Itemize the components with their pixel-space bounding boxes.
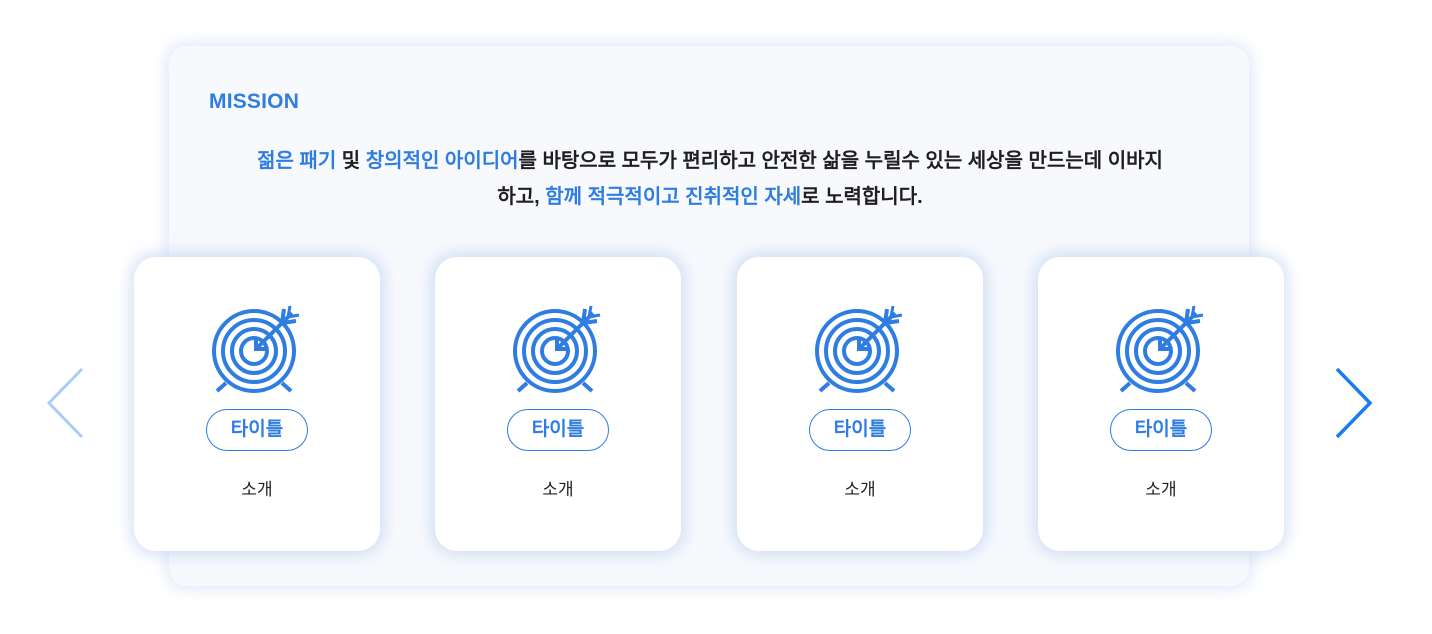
mission-card: 타이틀 소개 <box>1038 257 1284 551</box>
card-title-button[interactable]: 타이틀 <box>206 409 308 451</box>
card-title-button[interactable]: 타이틀 <box>1110 409 1212 451</box>
target-icon <box>815 305 903 393</box>
card-description: 소개 <box>542 480 574 499</box>
card-carousel: 타이틀 소개 타이틀 소개 타이틀 소개 타이틀 소개 <box>0 0 1432 634</box>
chevron-right-icon <box>1335 367 1373 439</box>
carousel-next-button[interactable] <box>1332 366 1376 440</box>
target-icon <box>1116 305 1204 393</box>
target-icon <box>212 305 300 393</box>
card-title-button[interactable]: 타이틀 <box>507 409 609 451</box>
mission-card: 타이틀 소개 <box>435 257 681 551</box>
card-title-button[interactable]: 타이틀 <box>809 409 911 451</box>
mission-card: 타이틀 소개 <box>737 257 983 551</box>
target-icon <box>513 305 601 393</box>
card-description: 소개 <box>1145 480 1177 499</box>
card-description: 소개 <box>241 480 273 499</box>
mission-section: MISSION 젊은 패기 및 창의적인 아이디어를 바탕으로 모두가 편리하고… <box>0 0 1432 634</box>
card-description: 소개 <box>844 480 876 499</box>
mission-card: 타이틀 소개 <box>134 257 380 551</box>
